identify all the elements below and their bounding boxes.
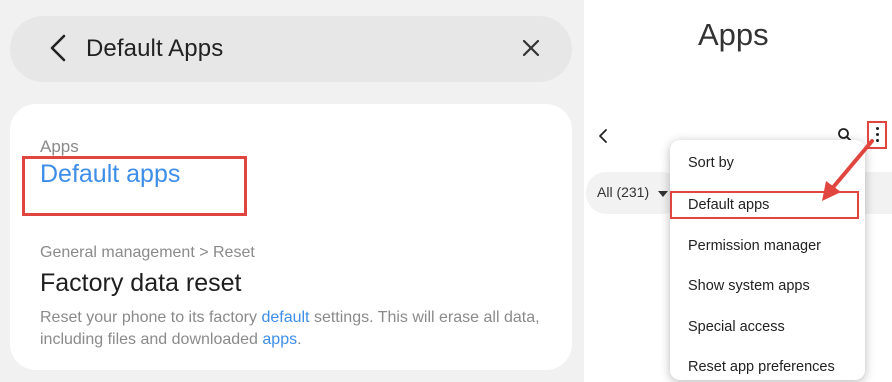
highlight-box-default-apps <box>22 156 247 216</box>
desc-highlight-default: default <box>261 309 310 326</box>
result-factory-reset-description: Reset your phone to its factory default … <box>40 307 560 351</box>
back-icon[interactable] <box>44 26 74 70</box>
close-icon[interactable] <box>520 37 542 59</box>
settings-search-bar[interactable]: Default Apps <box>10 16 572 82</box>
left-panel: Default Apps Apps Default apps General m… <box>0 0 584 382</box>
desc-highlight-apps: apps <box>262 331 298 348</box>
result-category-apps: Apps <box>40 137 79 156</box>
filter-label: All (231) <box>597 184 650 200</box>
desc-part: . <box>297 331 302 348</box>
result-factory-reset-link[interactable]: Factory data reset <box>40 269 241 298</box>
pointer-arrow-icon <box>822 139 874 201</box>
menu-item-special-access[interactable]: Special access <box>688 319 785 335</box>
right-panel: Apps All (231) Sort by Default apps Perm… <box>584 0 892 382</box>
desc-part: Reset your phone to its factory <box>40 309 262 326</box>
search-query-text[interactable]: Default Apps <box>86 35 223 63</box>
menu-item-sort-by[interactable]: Sort by <box>688 155 734 171</box>
menu-item-permission-manager[interactable]: Permission manager <box>688 238 821 254</box>
result-category-general-management: General management > Reset <box>40 244 255 261</box>
search-results-card: Apps Default apps General management > R… <box>10 104 572 370</box>
filter-dropdown[interactable]: All (231) <box>586 172 682 214</box>
apps-page-title: Apps <box>698 17 769 52</box>
menu-item-show-system-apps[interactable]: Show system apps <box>688 278 810 294</box>
screenshot-composite: Default Apps Apps Default apps General m… <box>0 0 892 382</box>
caret-down-icon <box>658 191 668 197</box>
back-icon[interactable] <box>596 125 610 147</box>
menu-item-reset-app-preferences[interactable]: Reset app preferences <box>688 359 835 375</box>
